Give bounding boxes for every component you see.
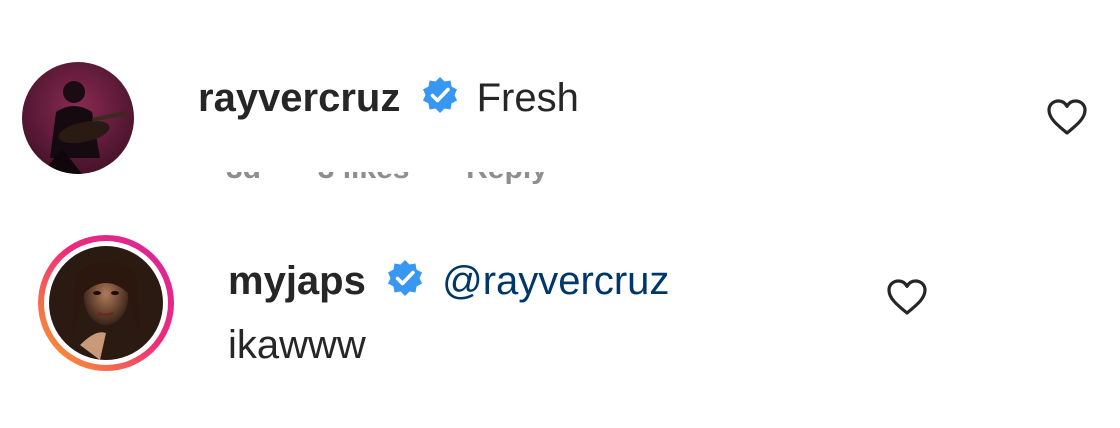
comment-time: 3d xyxy=(226,172,261,185)
verified-badge-icon xyxy=(420,75,460,126)
heart-outline-icon[interactable] xyxy=(1046,98,1088,136)
comment-meta: 3d 3 likes Reply xyxy=(226,172,646,194)
avatar[interactable] xyxy=(36,233,176,373)
mention-link[interactable]: @rayvercruz xyxy=(442,259,669,303)
comment-likes[interactable]: 3 likes xyxy=(318,172,410,185)
reply-button[interactable]: Reply xyxy=(466,172,548,185)
comment-username[interactable]: myjaps xyxy=(228,259,366,303)
avatar-woman-portrait-icon xyxy=(38,235,174,371)
avatar-guitarist-icon xyxy=(22,62,134,174)
comment-header: myjaps @rayvercruz xyxy=(228,257,669,309)
comment-text: ikawww xyxy=(228,323,366,367)
verified-badge-icon xyxy=(385,258,425,309)
heart-outline-icon[interactable] xyxy=(886,278,928,316)
comment-body: rayvercruz Fresh xyxy=(198,74,579,126)
comment-rayvercruz: rayvercruz Fresh 3d 3 likes Reply xyxy=(0,0,1120,215)
avatar[interactable] xyxy=(22,62,134,174)
comment-username[interactable]: rayvercruz xyxy=(198,76,400,120)
comment-text: Fresh xyxy=(476,76,579,120)
comment-myjaps: myjaps @rayvercruz ikawww xyxy=(0,215,1120,428)
